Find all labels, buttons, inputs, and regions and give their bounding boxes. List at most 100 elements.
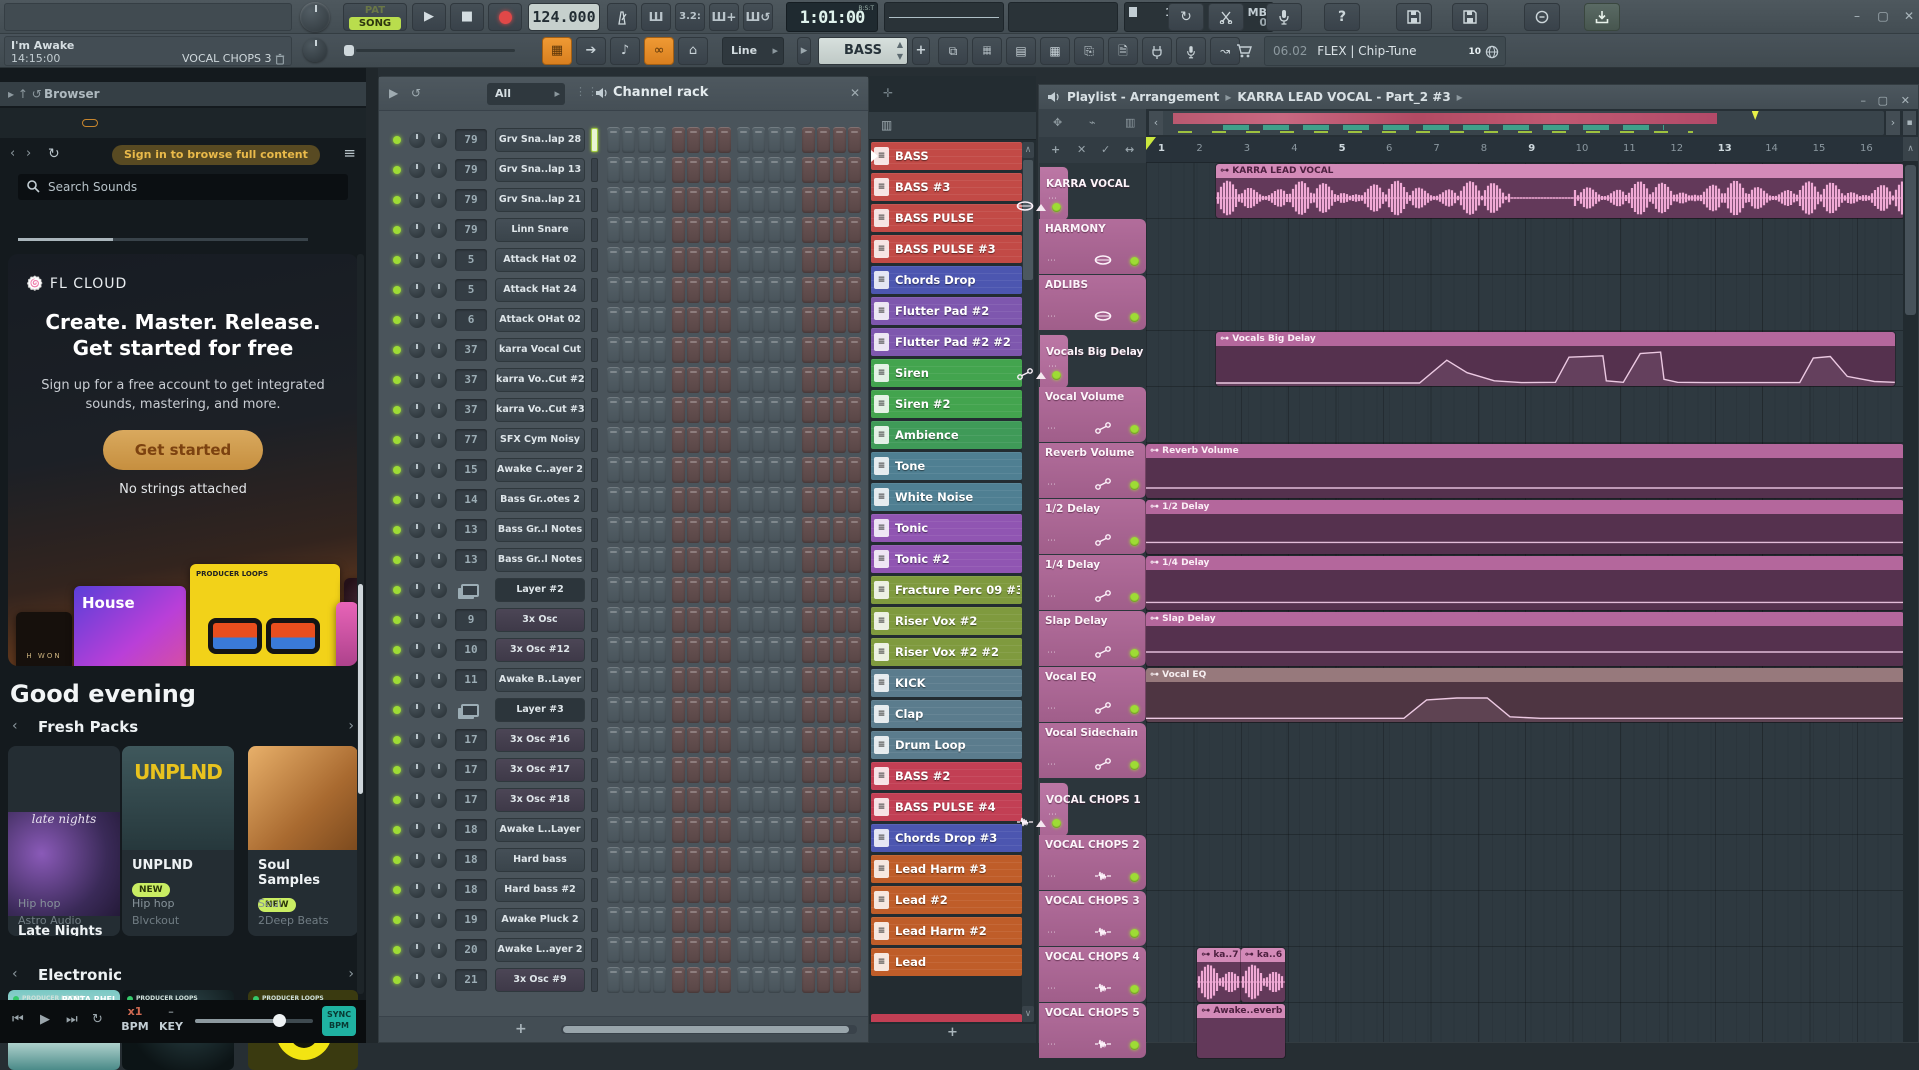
track-led[interactable] [1130,705,1139,714]
key-value[interactable]: – [158,1005,184,1018]
step-button[interactable] [768,217,781,243]
step-button[interactable] [737,607,750,633]
step-button[interactable] [737,727,750,753]
channel-selector[interactable] [591,458,598,482]
step-button[interactable] [718,577,731,603]
step-button[interactable] [768,967,781,993]
step-button[interactable] [703,217,716,243]
step-button[interactable] [768,847,781,873]
step-button[interactable] [687,127,700,153]
step-button[interactable] [802,457,815,483]
channel-pan-knob[interactable] [409,162,425,178]
step-button[interactable] [848,787,861,813]
channel-steps[interactable] [607,457,863,483]
step-button[interactable] [622,457,635,483]
track-header[interactable]: Slap Delay ⋯ [1039,611,1146,666]
channel-pan-knob[interactable] [409,342,425,358]
channel-route-number[interactable]: 18 [455,879,487,901]
step-button[interactable] [653,157,666,183]
loop-record-button[interactable]: Ш↺ [743,3,773,31]
audio-clip[interactable]: ⊶ ka..7 [1197,948,1241,1002]
step-button[interactable] [718,547,731,573]
step-button[interactable] [783,817,796,843]
step-button[interactable] [817,457,830,483]
step-button[interactable] [768,517,781,543]
step-button[interactable] [718,697,731,723]
track-options-icon[interactable]: ⋯ [1047,424,1057,434]
chevron-left-icon[interactable]: ‹ [12,718,18,734]
step-button[interactable] [752,667,765,693]
rack-filter-dropdown[interactable]: All▸ [487,83,565,105]
step-button[interactable] [802,637,815,663]
punch-button[interactable]: ⌂ [678,37,708,65]
columns-icon[interactable]: ▥ [1125,116,1135,129]
track-header[interactable]: ADLIBS ⋯ [1039,275,1146,330]
channel-enable-led[interactable] [393,406,401,414]
step-button[interactable] [768,907,781,933]
step-button[interactable] [672,967,685,993]
step-button[interactable] [703,577,716,603]
step-button[interactable] [737,307,750,333]
channel-pan-knob[interactable] [409,522,425,538]
channel-steps[interactable] [607,907,863,933]
picker-add-icon[interactable]: ✛ [883,86,893,100]
track-led[interactable] [1130,257,1139,266]
channel-enable-led[interactable] [393,826,401,834]
step-button[interactable] [622,727,635,753]
step-button[interactable] [607,517,620,543]
search-input[interactable]: Search Sounds [18,174,348,200]
channel-button[interactable]: Attack OHat 02 [495,308,585,332]
sync-bpm-badge[interactable]: SYNC BPM [322,1006,356,1036]
step-button[interactable] [622,427,635,453]
channel-selector[interactable] [591,368,598,392]
step-button[interactable] [848,877,861,903]
mixer-window-button[interactable]: ▦ [1040,37,1070,65]
step-button[interactable] [653,547,666,573]
step-button[interactable] [718,277,731,303]
step-button[interactable] [752,757,765,783]
scroll-up-icon[interactable]: ∧ [1903,137,1918,161]
step-button[interactable] [703,547,716,573]
rack-play-icon[interactable]: ▶ [389,86,398,100]
step-button[interactable] [817,157,830,183]
step-button[interactable] [672,277,685,303]
step-button[interactable] [607,787,620,813]
add-track-icon[interactable]: + [1051,143,1060,156]
channel-enable-led[interactable] [393,436,401,444]
track-options-icon[interactable]: ⋯ [1047,592,1057,602]
step-button[interactable] [768,607,781,633]
pattern-item[interactable]: ≡ BASS #3 [871,173,1022,201]
step-button[interactable] [802,847,815,873]
step-button[interactable] [833,247,846,273]
browser-nav-icons[interactable]: ▸ ↑ ↺ [8,82,42,106]
step-button[interactable] [737,487,750,513]
step-button[interactable] [752,637,765,663]
step-button[interactable] [817,487,830,513]
track-header[interactable]: VOCAL CHOPS 1 ⋯ [1039,782,1069,837]
picker-header[interactable]: ▥ [869,112,1036,140]
step-button[interactable] [783,697,796,723]
step-button[interactable] [848,607,861,633]
step-button[interactable] [817,637,830,663]
step-button[interactable] [687,937,700,963]
pat-label[interactable]: PAT [344,4,406,17]
channel-volume-knob[interactable] [431,162,447,178]
channel-volume-knob[interactable] [431,762,447,778]
browser-tab[interactable] [64,120,78,126]
track-options-icon[interactable]: ⋯ [1047,760,1057,770]
step-button[interactable] [783,937,796,963]
step-button[interactable] [737,367,750,393]
channel-enable-led[interactable] [393,916,401,924]
step-button[interactable] [833,187,846,213]
track-options-icon[interactable]: ⋯ [1047,984,1057,994]
channel-rack-window-button[interactable]: ▤ [1006,37,1036,65]
step-button[interactable] [737,457,750,483]
step-button[interactable] [768,457,781,483]
channel-selector[interactable] [591,428,598,452]
pattern-item[interactable]: ≡ Ambience [871,421,1022,449]
channel-route-number[interactable]: 6 [455,309,487,331]
track-header[interactable]: HARMONY ⋯ [1039,219,1146,274]
step-button[interactable] [768,277,781,303]
step-button[interactable] [687,967,700,993]
step-button[interactable] [607,397,620,423]
